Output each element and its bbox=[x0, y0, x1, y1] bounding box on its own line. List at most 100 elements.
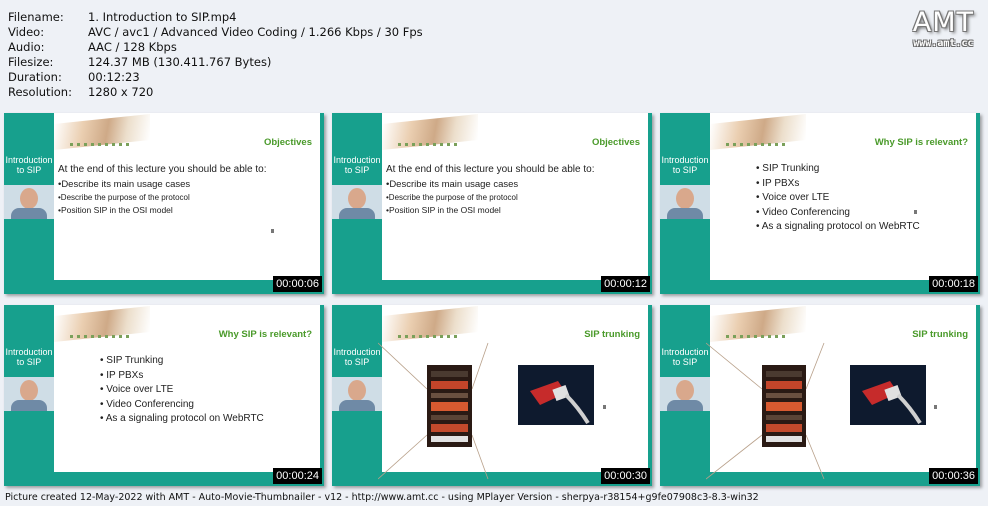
bullet-item: •Describe the purpose of the protocol bbox=[386, 193, 518, 202]
filename-value: 1. Introduction to SIP.mp4 bbox=[88, 10, 237, 24]
bullet-list: • SIP Trunking • IP PBXs • Voice over LT… bbox=[756, 162, 920, 235]
bullet-item: • As a signaling protocol on WebRTC bbox=[100, 413, 264, 424]
connector-line bbox=[805, 434, 825, 480]
bullet-item: • SIP Trunking bbox=[756, 163, 820, 174]
mouse-cursor-icon bbox=[603, 405, 606, 409]
duration-label: Duration: bbox=[8, 70, 62, 84]
presenter-image bbox=[4, 185, 54, 219]
timestamp: 00:00:30 bbox=[601, 468, 650, 484]
logo-url: www.amt.cc bbox=[913, 38, 974, 49]
thumbnail[interactable]: Introduction to SIP Why SIP is relevant?… bbox=[4, 305, 324, 486]
video-label: Video: bbox=[8, 25, 45, 39]
filesize-row: Filesize: 124.37 MB (130.411.767 Bytes) bbox=[8, 55, 423, 70]
connector-line bbox=[471, 342, 489, 390]
slide-title: Objectives bbox=[263, 137, 312, 148]
connector-line bbox=[378, 434, 428, 480]
sidebar-title: Introduction to SIP bbox=[661, 155, 709, 175]
thumbnail[interactable]: Introduction to SIP SIP trunking 00:00:3… bbox=[332, 305, 652, 486]
timestamp: 00:00:06 bbox=[273, 276, 322, 292]
slide-title: Why SIP is relevant? bbox=[218, 329, 312, 340]
resolution-value: 1280 x 720 bbox=[88, 85, 154, 99]
slide-title: Objectives bbox=[591, 137, 640, 148]
filename-label: Filename: bbox=[8, 10, 64, 24]
timestamp: 00:00:24 bbox=[273, 468, 322, 484]
sip-trunking-diagram bbox=[378, 342, 606, 480]
sidebar-title: Introduction to SIP bbox=[5, 155, 53, 175]
slide-right-bar bbox=[976, 113, 980, 294]
timestamp: 00:00:18 bbox=[929, 276, 978, 292]
pen-decoration bbox=[70, 335, 130, 338]
server-rack-image bbox=[762, 365, 806, 447]
video-value: AVC / avc1 / Advanced Video Coding / 1.2… bbox=[88, 25, 423, 39]
amt-logo: AMT www.amt.cc bbox=[912, 7, 974, 50]
filesize-label: Filesize: bbox=[8, 55, 54, 69]
bullet-item: • Voice over LTE bbox=[100, 384, 174, 395]
slide-title: Why SIP is relevant? bbox=[874, 137, 968, 148]
sidebar-title: Introduction to SIP bbox=[333, 155, 381, 175]
ethernet-cable-image bbox=[850, 365, 926, 425]
connector-line bbox=[706, 342, 763, 390]
bullet-item: •Position SIP in the OSI model bbox=[58, 205, 173, 215]
thumbnail[interactable]: Introduction to SIP Why SIP is relevant?… bbox=[660, 113, 980, 294]
connector-line bbox=[805, 342, 825, 390]
audio-row: Audio: AAC / 128 Kbps bbox=[8, 40, 423, 55]
slide-right-bar bbox=[320, 113, 324, 294]
bullet-item: • IP PBXs bbox=[100, 369, 144, 381]
slide-right-bar bbox=[320, 305, 324, 486]
ethernet-cable-image bbox=[518, 365, 594, 425]
connector-line bbox=[378, 342, 428, 390]
thumbnail[interactable]: Introduction to SIP Objectives At the en… bbox=[332, 113, 652, 294]
bullet-list: • SIP Trunking • IP PBXs • Voice over LT… bbox=[100, 354, 264, 427]
sidebar-title: Introduction to SIP bbox=[5, 347, 53, 367]
bullet-list: •Describe its main usage cases •Describe… bbox=[386, 178, 518, 217]
bullet-item: • As a signaling protocol on WebRTC bbox=[756, 221, 920, 232]
mouse-cursor-icon bbox=[271, 229, 274, 233]
timestamp: 00:00:12 bbox=[601, 276, 650, 292]
slide-right-bar bbox=[648, 113, 652, 294]
presenter-image bbox=[4, 377, 54, 411]
slide-lead: At the end of this lecture you should be… bbox=[386, 164, 595, 175]
slide-lead: At the end of this lecture you should be… bbox=[58, 164, 267, 175]
footer-credit: Picture created 12-May-2022 with AMT - A… bbox=[5, 492, 759, 503]
sidebar-title: Introduction to SIP bbox=[661, 347, 709, 367]
resolution-row: Resolution: 1280 x 720 bbox=[8, 85, 423, 100]
bullet-item: •Position SIP in the OSI model bbox=[386, 205, 501, 215]
bullet-item: •Describe its main usage cases bbox=[386, 179, 519, 190]
mouse-cursor-icon bbox=[914, 210, 917, 214]
connector-line bbox=[471, 434, 489, 480]
filename-row: Filename: 1. Introduction to SIP.mp4 bbox=[8, 10, 423, 25]
pen-decoration bbox=[726, 143, 786, 146]
logo-title: AMT bbox=[912, 7, 974, 38]
server-rack-image bbox=[427, 365, 472, 447]
filesize-value: 124.37 MB (130.411.767 Bytes) bbox=[88, 55, 272, 69]
bullet-item: • Voice over LTE bbox=[756, 192, 830, 203]
video-row: Video: AVC / avc1 / Advanced Video Codin… bbox=[8, 25, 423, 40]
audio-value: AAC / 128 Kbps bbox=[88, 40, 177, 54]
resolution-label: Resolution: bbox=[8, 85, 72, 99]
pen-decoration bbox=[70, 143, 130, 146]
presenter-image bbox=[332, 377, 382, 411]
timestamp: 00:00:36 bbox=[929, 468, 978, 484]
audio-label: Audio: bbox=[8, 40, 45, 54]
bullet-item: • Video Conferencing bbox=[756, 206, 850, 218]
thumbnail-grid: Introduction to SIP Objectives At the en… bbox=[4, 113, 984, 486]
bullet-item: •Describe the purpose of the protocol bbox=[58, 193, 190, 202]
connector-line bbox=[706, 434, 763, 480]
bullet-item: • Video Conferencing bbox=[100, 398, 194, 410]
presenter-image bbox=[660, 185, 710, 219]
mouse-cursor-icon bbox=[934, 405, 937, 409]
sip-trunking-diagram bbox=[706, 342, 937, 480]
sidebar-title: Introduction to SIP bbox=[333, 347, 381, 367]
bullet-item: •Describe its main usage cases bbox=[58, 179, 191, 190]
duration-value: 00:12:23 bbox=[88, 70, 140, 84]
presenter-image bbox=[332, 185, 382, 219]
bullet-item: • SIP Trunking bbox=[100, 355, 164, 366]
bullet-item: • IP PBXs bbox=[756, 177, 800, 189]
pen-decoration bbox=[398, 143, 458, 146]
presenter-image bbox=[660, 377, 710, 411]
thumbnail[interactable]: Introduction to SIP Objectives At the en… bbox=[4, 113, 324, 294]
thumbnail[interactable]: Introduction to SIP SIP trunking 00:00:3… bbox=[660, 305, 980, 486]
file-info: Filename: 1. Introduction to SIP.mp4 Vid… bbox=[8, 10, 423, 100]
duration-row: Duration: 00:12:23 bbox=[8, 70, 423, 85]
bullet-list: •Describe its main usage cases •Describe… bbox=[58, 178, 190, 217]
